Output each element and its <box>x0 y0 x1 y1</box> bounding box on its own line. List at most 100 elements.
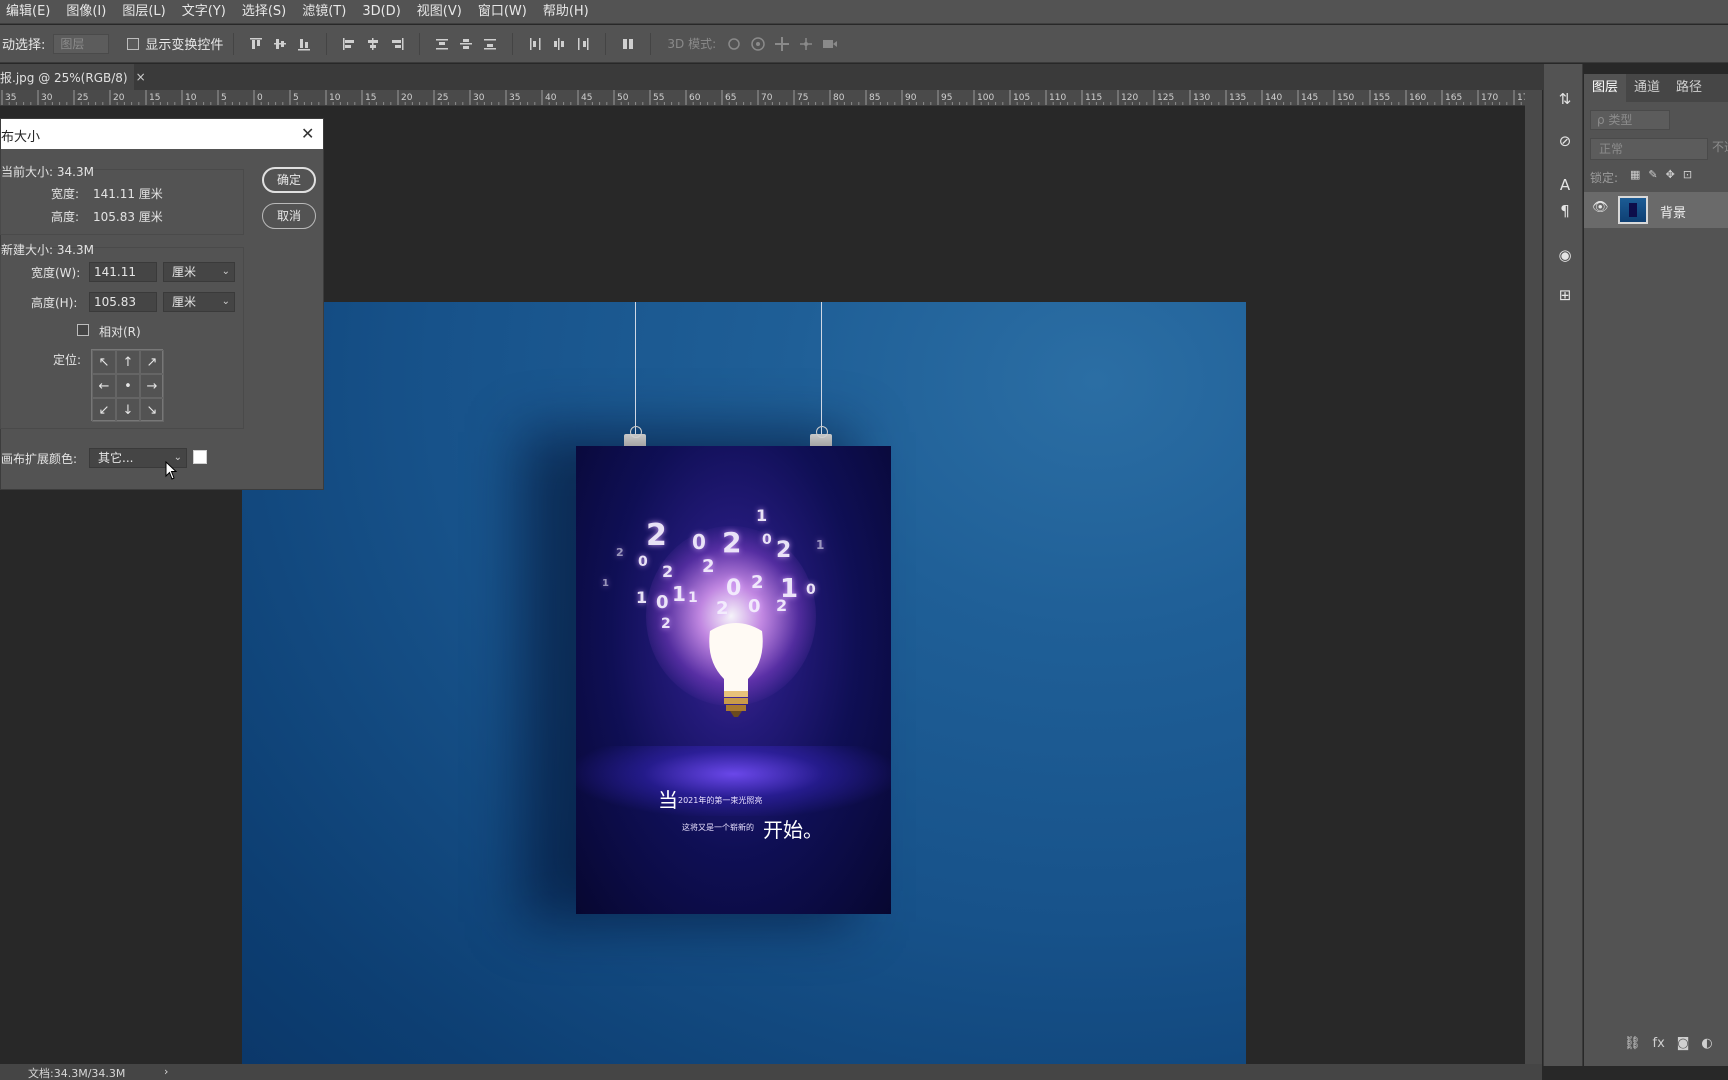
ruler-label: 75 <box>797 93 808 103</box>
ruler-label: 125 <box>1157 93 1174 103</box>
align-bottom-icon[interactable] <box>296 36 312 52</box>
menu-item[interactable]: 视图(V) <box>409 1 470 23</box>
poster-char-dang: 当 <box>658 788 678 812</box>
menu-item[interactable]: 滤镜(T) <box>294 1 354 23</box>
menu-item[interactable]: 选择(S) <box>234 1 294 23</box>
menu-item[interactable]: 编辑(E) <box>0 1 58 23</box>
anchor-arrow-sw-icon[interactable]: ↙ <box>92 398 116 422</box>
tab-layers[interactable]: 图层 <box>1584 74 1627 102</box>
distribute-top-icon[interactable] <box>434 36 450 52</box>
auto-align-icon[interactable] <box>620 36 636 52</box>
brush-settings-icon[interactable]: ⊘ <box>1556 132 1574 150</box>
fx-icon[interactable]: fx <box>1653 1036 1665 1051</box>
add-mask-icon[interactable]: ◙ <box>1677 1036 1690 1051</box>
align-left-icon[interactable] <box>341 36 357 52</box>
history-icon[interactable]: ⇅ <box>1556 90 1574 108</box>
height-input[interactable]: 105.83 <box>89 292 157 312</box>
options-bar: 动选择: 图层 显示变换控件 3D 模式: <box>0 25 1728 63</box>
distribute-left-icon[interactable] <box>527 36 543 52</box>
adjustment-layer-icon[interactable]: ◐ <box>1701 1036 1712 1051</box>
lock-pixels-icon[interactable]: ✎ <box>1648 168 1657 181</box>
anchor-arrow-n-icon[interactable]: ↑ <box>116 350 140 374</box>
grid-icon[interactable]: ⊞ <box>1556 286 1574 304</box>
menu-item[interactable]: 帮助(H) <box>535 1 597 23</box>
vertical-scrollbar[interactable] <box>1525 90 1542 1064</box>
distribute-hcenter-icon[interactable] <box>551 36 567 52</box>
close-icon[interactable]: ✕ <box>301 124 314 143</box>
ruler-label: 5 <box>221 93 227 103</box>
character-icon[interactable]: A <box>1556 176 1574 194</box>
width-input[interactable]: 141.11 <box>89 262 157 282</box>
align-right-icon[interactable] <box>389 36 405 52</box>
align-hcenter-icon[interactable] <box>365 36 381 52</box>
ruler-label: 10 <box>329 93 341 103</box>
ruler-label: 155 <box>1373 93 1390 103</box>
poster-digit: 2 <box>776 538 792 563</box>
cancel-button[interactable]: 取消 <box>262 203 316 229</box>
link-layers-icon[interactable]: ⛓ <box>1624 1036 1641 1051</box>
extension-color-label: 画布扩展颜色: <box>1 452 78 466</box>
camera-3d-icon[interactable] <box>822 36 838 52</box>
ruler-label: 135 <box>1229 93 1246 103</box>
anchor-arrow-ne-icon[interactable]: ↗ <box>140 350 164 374</box>
visibility-eye-icon[interactable]: 👁 <box>1592 200 1609 215</box>
menu-item[interactable]: 文字(Y) <box>174 1 234 23</box>
height-unit-value: 厘米 <box>172 295 197 309</box>
menu-item[interactable]: 3D(D) <box>354 1 408 23</box>
height-unit-select[interactable]: 厘米 ⌄ <box>163 292 235 312</box>
lock-position-icon[interactable]: ✥ <box>1666 168 1675 181</box>
document-tab[interactable]: 报.jpg @ 25%(RGB/8) × <box>0 64 146 90</box>
lightbulb-icon <box>709 623 763 717</box>
status-menu-arrow-icon[interactable]: › <box>164 1065 168 1078</box>
roll-3d-icon[interactable] <box>750 36 766 52</box>
ruler-label: 175 <box>1517 93 1525 103</box>
layer-row[interactable]: 👁 背景 <box>1584 192 1728 228</box>
height-value: 105.83 厘米 <box>93 210 163 224</box>
menu-item[interactable]: 图层(L) <box>114 1 173 23</box>
align-vcenter-icon[interactable] <box>272 36 288 52</box>
anchor-center-icon[interactable]: • <box>116 374 140 398</box>
menu-item[interactable]: 窗口(W) <box>470 1 535 23</box>
auto-select-dropdown[interactable]: 图层 <box>53 33 110 54</box>
show-transform-checkbox[interactable] <box>127 37 140 50</box>
relative-checkbox[interactable] <box>77 324 89 336</box>
mouse-cursor-icon <box>165 461 178 480</box>
layer-filter-input[interactable]: ρ 类型 <box>1590 110 1670 130</box>
poster-digit: 2 <box>661 616 671 632</box>
anchor-arrow-s-icon[interactable]: ↓ <box>116 398 140 422</box>
width-unit-select[interactable]: 厘米 ⌄ <box>163 262 235 282</box>
close-tab-icon[interactable]: × <box>136 70 146 84</box>
distribute-right-icon[interactable] <box>575 36 591 52</box>
lock-icons: ▦ ✎ ✥ ⊡ <box>1630 168 1692 181</box>
ruler-label: 50 <box>617 93 629 103</box>
ruler-label: 40 <box>545 93 557 103</box>
drag-3d-icon[interactable] <box>774 36 790 52</box>
distribute-bottom-icon[interactable] <box>482 36 498 52</box>
slide-3d-icon[interactable] <box>798 36 814 52</box>
ok-button[interactable]: 确定 <box>262 167 316 193</box>
anchor-arrow-se-icon[interactable]: ↘ <box>140 398 164 422</box>
separator <box>233 32 235 55</box>
lock-artboard-icon[interactable]: ⊡ <box>1683 168 1692 181</box>
extension-color-swatch[interactable] <box>193 450 207 464</box>
tab-channels[interactable]: 通道 <box>1626 74 1668 102</box>
paragraph-icon[interactable]: ¶ <box>1556 202 1574 220</box>
align-top-icon[interactable] <box>248 36 264 52</box>
anchor-grid[interactable]: ↖ ↑ ↗ ← • → ↙ ↓ ↘ <box>91 349 164 422</box>
anchor-arrow-e-icon[interactable]: → <box>140 374 164 398</box>
distribute-vcenter-icon[interactable] <box>458 36 474 52</box>
menu-item[interactable]: 图像(I) <box>58 1 114 23</box>
anchor-arrow-nw-icon[interactable]: ↖ <box>92 350 116 374</box>
anchor-arrow-w-icon[interactable]: ← <box>92 374 116 398</box>
layers-panel: 图层 通道 路径 ρ 类型 正常 不透 锁定: ▦ ✎ ✥ ⊡ 👁 背景 ⛓ f… <box>1584 74 1728 1066</box>
blend-mode-select[interactable]: 正常 <box>1590 138 1708 160</box>
ruler-label: 80 <box>833 93 845 103</box>
color-palette-icon[interactable]: ◉ <box>1556 246 1574 264</box>
poster-line-2: 这将又是一个崭新的 <box>682 823 754 832</box>
rotate-3d-icon[interactable] <box>726 36 742 52</box>
tab-paths[interactable]: 路径 <box>1668 74 1710 102</box>
lock-transparency-icon[interactable]: ▦ <box>1630 168 1640 181</box>
layer-name[interactable]: 背景 <box>1660 202 1686 221</box>
new-width-label: 宽度(W): <box>31 266 81 280</box>
document-canvas[interactable]: 202102202120211012020112 当 2021年的第一束光照亮 … <box>242 302 1246 1080</box>
